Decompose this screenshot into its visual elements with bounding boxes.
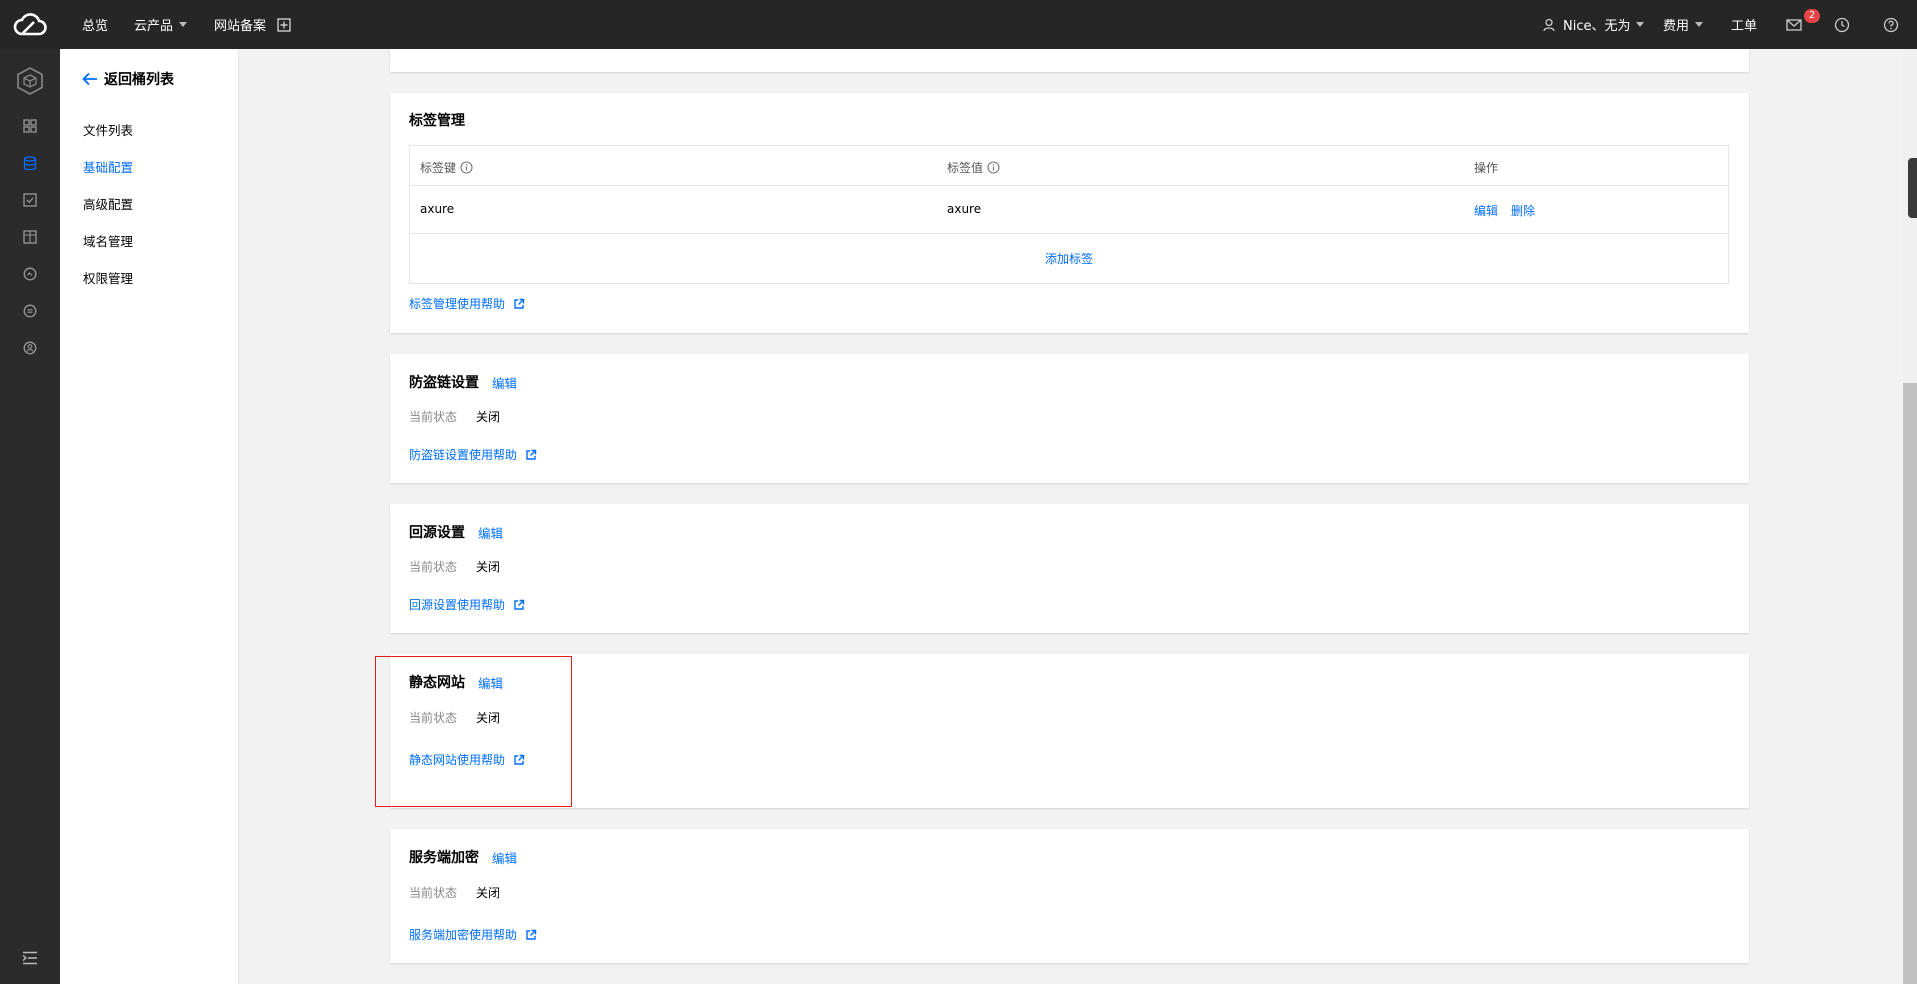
delete-tag-link[interactable]: 删除 <box>1511 202 1535 219</box>
origin-status-label: 当前状态 <box>409 560 458 574</box>
col-key-label: 标签键 <box>420 161 457 175</box>
tag-value-cell: axure <box>947 202 982 216</box>
help-question-icon[interactable] <box>1883 0 1899 49</box>
hotlink-protection-card: 防盗链设置 编辑 当前状态 关闭 防盗链设置使用帮助 <box>390 354 1749 483</box>
edit-tag-link[interactable]: 编辑 <box>1474 202 1498 219</box>
user-icon <box>1543 18 1555 31</box>
server-encryption-card: 服务端加密 编辑 当前状态 关闭 服务端加密使用帮助 <box>390 829 1749 963</box>
nav-ticket[interactable]: 工单 <box>1731 0 1757 49</box>
mail-icon <box>1786 18 1802 31</box>
tag-help-link[interactable]: 标签管理使用帮助 <box>409 295 525 312</box>
collapse-menu-icon[interactable] <box>0 940 60 976</box>
nav-beian-label: 网站备案 <box>214 19 267 34</box>
origin-help-link[interactable]: 回源设置使用帮助 <box>409 596 525 613</box>
add-tag-link[interactable]: 添加标签 <box>1045 250 1093 267</box>
nav-billing-label: 费用 <box>1663 19 1690 34</box>
sidebar-item-advanced-config[interactable]: 高级配置 <box>83 194 133 213</box>
origin-help-label: 回源设置使用帮助 <box>409 598 506 612</box>
sidebar-item-permission-management[interactable]: 权限管理 <box>83 268 133 287</box>
external-link-icon <box>526 449 537 460</box>
nav-ticket-label: 工单 <box>1731 19 1758 34</box>
origin-title: 回源设置 <box>409 525 465 541</box>
back-label: 返回桶列表 <box>104 72 174 88</box>
chevron-down-icon <box>179 22 188 27</box>
hotlink-edit-link[interactable]: 编辑 <box>492 373 517 392</box>
nav-products-label: 云产品 <box>134 19 174 34</box>
sidebar-item-basic-config[interactable]: 基础配置 <box>83 157 133 176</box>
col-value-label: 标签值 <box>947 161 984 175</box>
top-nav-bar: 总览 云产品 网站备案 Nice、无为 费用 工单 2 <box>0 0 1917 49</box>
cloud-logo-icon[interactable] <box>0 0 60 49</box>
nav-overview[interactable]: 总览 <box>82 0 108 49</box>
add-shortcut-icon[interactable] <box>277 0 291 49</box>
hotlink-status-label: 当前状态 <box>409 410 458 424</box>
image-check-icon[interactable] <box>0 219 60 255</box>
scrollbar-thumb[interactable] <box>1903 383 1917 984</box>
side-widget-handle[interactable] <box>1908 158 1917 218</box>
encrypt-title: 服务端加密 <box>409 850 479 866</box>
product-icon-bar <box>0 49 60 984</box>
database-icon[interactable] <box>0 145 60 181</box>
user-name: Nice、无为 <box>1563 19 1631 34</box>
column-header-action: 操作 <box>1474 159 1498 176</box>
static-website-card: 静态网站 编辑 当前状态 关闭 静态网站使用帮助 <box>390 654 1749 808</box>
checkbox-icon[interactable] <box>0 182 60 218</box>
bucket-side-nav: 返回桶列表 文件列表 基础配置 高级配置 域名管理 权限管理 <box>60 49 239 984</box>
hotlink-title: 防盗链设置 <box>409 375 479 391</box>
history-clock-icon[interactable] <box>1834 0 1850 49</box>
user-menu[interactable]: Nice、无为 <box>1543 0 1645 49</box>
info-icon[interactable] <box>987 161 1000 174</box>
mail-count-badge: 2 <box>1804 9 1820 23</box>
nav-beian[interactable]: 网站备案 <box>214 0 266 49</box>
hotlink-status-value: 关闭 <box>476 410 501 424</box>
sidebar-item-file-list[interactable]: 文件列表 <box>83 120 133 139</box>
chevron-down-icon <box>1636 22 1645 27</box>
col-action-label: 操作 <box>1474 161 1499 175</box>
tag-management-title: 标签管理 <box>409 113 465 129</box>
cube-icon[interactable] <box>0 58 60 104</box>
encrypt-help-link[interactable]: 服务端加密使用帮助 <box>409 926 537 943</box>
nav-overview-label: 总览 <box>82 19 109 34</box>
origin-edit-link[interactable]: 编辑 <box>478 523 503 542</box>
search-chart-icon[interactable] <box>0 256 60 292</box>
tag-key-cell: axure <box>420 202 455 216</box>
nav-billing-dropdown[interactable]: 费用 <box>1663 0 1704 49</box>
external-link-icon <box>526 929 537 940</box>
highlight-box <box>375 656 572 807</box>
hotlink-help-link[interactable]: 防盗链设置使用帮助 <box>409 446 537 463</box>
encrypt-edit-link[interactable]: 编辑 <box>492 848 517 867</box>
add-tag-row: 添加标签 <box>410 234 1728 283</box>
nav-products-dropdown[interactable]: 云产品 <box>134 0 188 49</box>
user-circle-icon[interactable] <box>0 330 60 366</box>
external-link-icon <box>514 599 525 610</box>
arrow-left-icon <box>82 72 97 86</box>
origin-status-value: 关闭 <box>476 560 501 574</box>
grid-icon[interactable] <box>0 108 60 144</box>
table-header: 标签键 标签值 操作 <box>410 146 1728 186</box>
tag-help-label: 标签管理使用帮助 <box>409 297 506 311</box>
mail-button[interactable] <box>1786 0 1802 49</box>
sidebar-item-domain-management[interactable]: 域名管理 <box>83 231 133 250</box>
hotlink-help-label: 防盗链设置使用帮助 <box>409 448 518 462</box>
encrypt-status-value: 关闭 <box>476 886 501 900</box>
encrypt-status-label: 当前状态 <box>409 886 458 900</box>
info-icon[interactable] <box>460 161 473 174</box>
encrypt-help-label: 服务端加密使用帮助 <box>409 928 518 942</box>
chevron-down-icon <box>1695 22 1704 27</box>
tag-table: 标签键 标签值 操作 axure axure 编辑 删除 添加标签 <box>409 145 1729 284</box>
back-to-bucket-list[interactable]: 返回桶列表 <box>82 69 174 89</box>
previous-card-tail <box>390 49 1749 72</box>
tag-management-card: 标签管理 标签键 标签值 操作 axure axure 编辑 删除 添加标签 标… <box>390 93 1749 333</box>
column-header-value: 标签值 <box>947 159 1000 176</box>
column-header-key: 标签键 <box>420 159 473 176</box>
equal-circle-icon[interactable] <box>0 293 60 329</box>
external-link-icon <box>514 298 525 309</box>
origin-settings-card: 回源设置 编辑 当前状态 关闭 回源设置使用帮助 <box>390 504 1749 633</box>
table-row: axure axure 编辑 删除 <box>410 186 1728 234</box>
